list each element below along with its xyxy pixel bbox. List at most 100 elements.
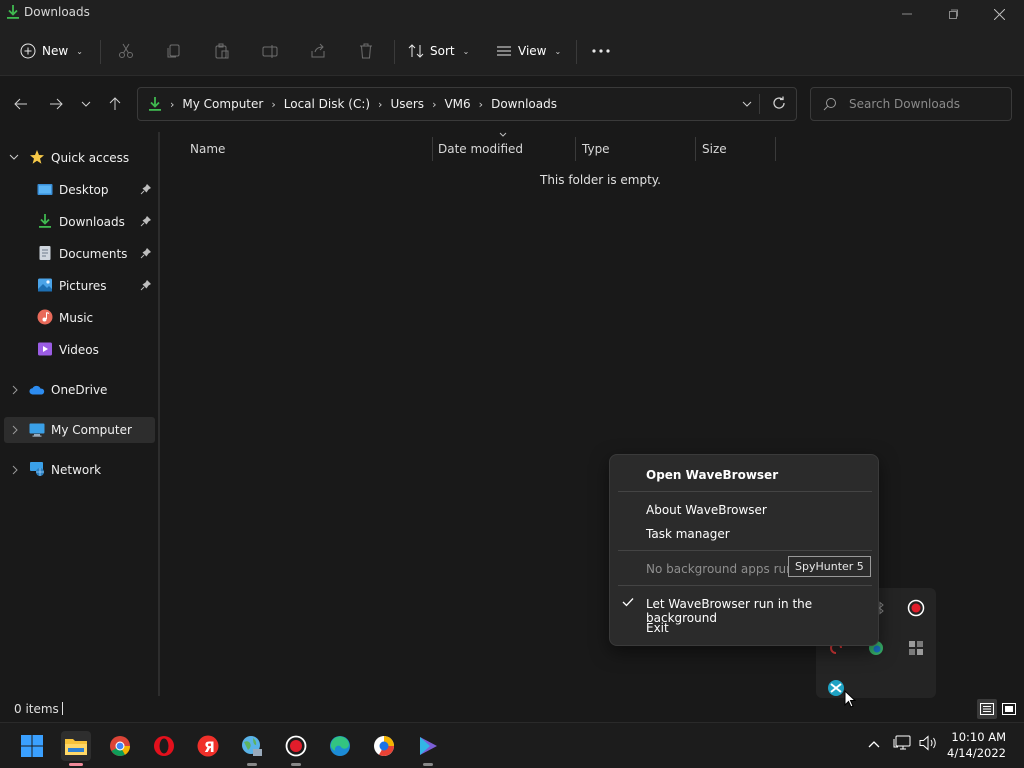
up-button[interactable]: [103, 94, 127, 114]
see-more-button[interactable]: [592, 36, 610, 66]
new-button-label: New: [42, 44, 69, 58]
tray-app-icon[interactable]: [906, 598, 926, 618]
show-hidden-icons-button[interactable]: [868, 737, 880, 751]
address-bar[interactable]: › My Computer › Local Disk (C:) › Users …: [137, 87, 797, 121]
taskbar-play-app[interactable]: [413, 731, 443, 766]
pin-icon: [140, 184, 151, 195]
paste-button[interactable]: [214, 36, 230, 66]
arrow-up-icon: [109, 97, 121, 110]
copy-button[interactable]: [166, 36, 182, 66]
column-type-label: Type: [582, 142, 610, 156]
nav-network[interactable]: Network: [0, 457, 158, 483]
new-button[interactable]: New ⌄: [20, 36, 83, 66]
delete-icon: [360, 43, 372, 59]
tray-app-icon[interactable]: [906, 638, 926, 658]
menu-task-manager[interactable]: Task manager: [646, 527, 730, 541]
taskbar-recorder[interactable]: [281, 731, 311, 766]
onedrive-cloud-icon: [29, 385, 45, 395]
chevron-right-icon: ›: [271, 97, 276, 111]
refresh-button[interactable]: [772, 96, 786, 113]
column-divider[interactable]: [432, 137, 433, 161]
network-status-icon: [893, 735, 911, 750]
column-header-name[interactable]: Name: [190, 137, 225, 161]
menu-run-in-background[interactable]: Let WaveBrowser run in the background: [646, 597, 878, 625]
menu-open-wavebrowser[interactable]: Open WaveBrowser: [646, 468, 778, 482]
network-status-button[interactable]: [893, 735, 913, 754]
start-button[interactable]: [17, 731, 47, 761]
taskbar-chrome[interactable]: [105, 731, 135, 761]
nav-quick-access[interactable]: Quick access: [0, 145, 158, 171]
nav-documents[interactable]: Documents: [0, 241, 158, 267]
chevron-right-icon: ›: [432, 97, 437, 111]
details-view-button[interactable]: [977, 699, 997, 719]
address-history-button[interactable]: [742, 97, 752, 114]
taskbar-yandex[interactable]: Я: [193, 731, 223, 761]
breadcrumb-vm6[interactable]: VM6: [444, 97, 470, 111]
network-icon: [30, 462, 44, 476]
taskbar-wavebrowser[interactable]: [369, 731, 399, 761]
toolbar-divider: [100, 40, 101, 64]
chevron-down-icon: [742, 101, 752, 107]
delete-button[interactable]: [358, 36, 374, 66]
maximize-button[interactable]: [930, 0, 976, 28]
maximize-icon: [949, 9, 958, 19]
thumbnail-view-button[interactable]: [999, 699, 1019, 719]
nav-videos-label: Videos: [59, 343, 99, 357]
chrome-icon: [110, 736, 131, 756]
forward-button[interactable]: [44, 94, 68, 114]
computer-icon: [29, 423, 45, 437]
nav-desktop[interactable]: Desktop: [0, 177, 158, 203]
column-divider[interactable]: [695, 137, 696, 161]
arrow-right-icon: [50, 98, 63, 110]
view-button[interactable]: View ⌄: [496, 36, 561, 66]
taskbar-edge[interactable]: [325, 731, 355, 761]
minimize-button[interactable]: [884, 0, 930, 28]
record-icon: [907, 599, 925, 617]
volume-button[interactable]: [919, 735, 939, 754]
nav-my-computer[interactable]: My Computer: [4, 417, 155, 443]
column-divider[interactable]: [775, 137, 776, 161]
menu-about-wavebrowser[interactable]: About WaveBrowser: [646, 503, 767, 517]
breadcrumb-users[interactable]: Users: [390, 97, 424, 111]
back-button[interactable]: [9, 94, 33, 114]
sort-button[interactable]: Sort ⌄: [408, 36, 469, 66]
nav-videos[interactable]: Videos: [0, 337, 158, 363]
wavebrowser-tray-icon[interactable]: [826, 678, 846, 698]
menu-exit[interactable]: Exit: [646, 621, 669, 635]
address-divider: [759, 94, 760, 114]
cut-button[interactable]: [118, 36, 134, 66]
column-name-label: Name: [190, 142, 226, 156]
copy-icon: [167, 44, 180, 58]
yandex-icon: Я: [197, 735, 219, 757]
downloads-app-icon: [7, 5, 19, 19]
column-header-type[interactable]: Type: [582, 137, 610, 161]
breadcrumb-my-computer[interactable]: My Computer: [182, 97, 263, 111]
search-icon: [823, 98, 836, 111]
navigation-pane: Quick access Desktop Downloads Documents…: [0, 132, 160, 696]
taskbar-network-globe[interactable]: [237, 731, 267, 766]
nav-pictures[interactable]: Pictures: [0, 273, 158, 299]
share-button[interactable]: [310, 36, 326, 66]
downloads-folder-icon: [39, 214, 51, 228]
taskbar-opera[interactable]: [149, 731, 179, 761]
column-header-size[interactable]: Size: [702, 137, 727, 161]
recent-locations-button[interactable]: [74, 94, 98, 114]
nav-music[interactable]: Music: [0, 305, 158, 331]
active-indicator: [69, 763, 83, 766]
search-input[interactable]: [849, 95, 999, 113]
column-header-date-modified[interactable]: Date modified: [438, 137, 523, 161]
search-box[interactable]: [810, 87, 1012, 121]
taskbar-file-explorer[interactable]: [61, 731, 91, 766]
breadcrumb-downloads[interactable]: Downloads: [491, 97, 557, 111]
edge-icon: [330, 736, 350, 756]
breadcrumb-local-disk[interactable]: Local Disk (C:): [284, 97, 370, 111]
rename-button[interactable]: [262, 36, 278, 66]
nav-downloads[interactable]: Downloads: [0, 209, 158, 235]
chevron-down-icon: [9, 154, 19, 160]
close-button[interactable]: [976, 0, 1022, 28]
view-button-label: View: [518, 44, 547, 58]
column-divider[interactable]: [575, 137, 576, 161]
nav-onedrive[interactable]: OneDrive: [0, 377, 158, 403]
taskbar-clock[interactable]: 10:10 AM 4/14/2022: [947, 729, 1006, 761]
chevron-right-icon: ›: [378, 97, 383, 111]
